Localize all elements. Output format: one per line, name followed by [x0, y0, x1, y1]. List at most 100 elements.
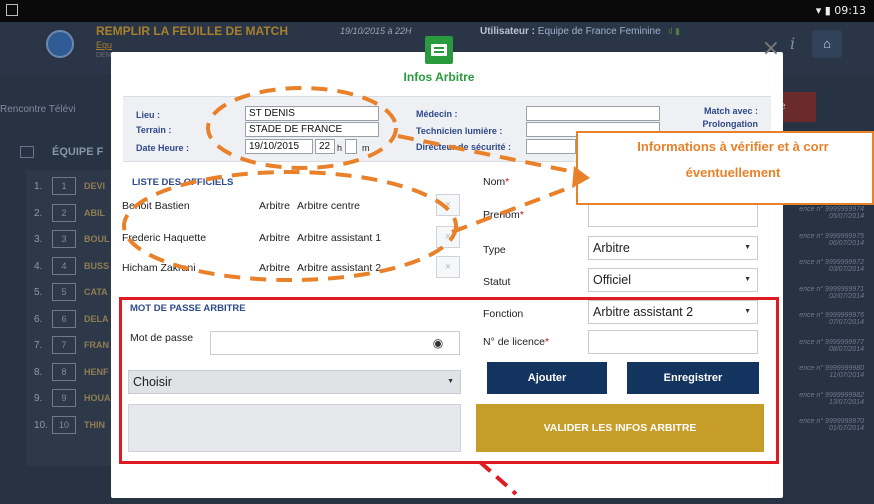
- player-number: 9: [52, 389, 76, 407]
- close-icon[interactable]: ×: [760, 38, 782, 60]
- hour-field[interactable]: 22: [315, 139, 335, 154]
- official-name: Frederic Haquette: [122, 232, 207, 244]
- team-icon: [20, 146, 34, 159]
- player-name: ABIL: [84, 207, 105, 218]
- player-list: 1. 1 DEVI 2. 2 ABIL 3. 3 BOUL 4. 4 BUSS 5. 5 CATA 6. 6 DE…: [26, 172, 122, 437]
- app-date: 19/10/2015 à 22H: [340, 26, 412, 36]
- directeur-field[interactable]: [526, 139, 576, 154]
- minute-field[interactable]: [345, 139, 357, 154]
- required-mark: *: [505, 176, 510, 188]
- lieu-field[interactable]: ST DENIS: [245, 106, 379, 121]
- type-select[interactable]: Arbitre ▼: [588, 236, 758, 260]
- player-row[interactable]: 2. 2 ABIL: [26, 199, 122, 226]
- player-index: 10.: [34, 419, 48, 431]
- app-subtitle-link[interactable]: Equ: [96, 40, 112, 50]
- date-field[interactable]: 19/10/2015: [245, 139, 313, 154]
- annotation-line-1: Informations à vérifier et à corr: [637, 139, 829, 154]
- app-subtitle: DEM: [96, 52, 112, 59]
- player-index: 9.: [34, 393, 43, 404]
- official-position: Arbitre assistant 2: [297, 262, 382, 274]
- player-name: CATA: [84, 287, 108, 297]
- home-button[interactable]: ⌂: [812, 30, 842, 58]
- user-value: Equipe de France Feminine: [537, 26, 661, 37]
- delete-official-button[interactable]: ×: [436, 226, 460, 248]
- required-mark: *: [519, 209, 524, 221]
- equipe-header: ÉQUIPE F: [20, 146, 120, 168]
- player-name: THIN: [84, 419, 105, 430]
- officials-title: LISTE DES OFFICIELS: [132, 177, 234, 188]
- player-row[interactable]: 7. 7 FRAN: [26, 331, 122, 358]
- player-name: HENF: [84, 366, 109, 377]
- nom-label-text: Nom: [483, 176, 506, 188]
- dropdown-caret-icon: ▼: [744, 276, 751, 283]
- player-name: HOUA: [84, 393, 111, 403]
- player-number: 1: [52, 177, 76, 195]
- medecin-field[interactable]: [526, 106, 660, 121]
- annotation-line-2: éventuellement: [685, 165, 781, 180]
- equipe-label: ÉQUIPE F: [52, 146, 104, 158]
- statut-value: Officiel: [593, 273, 631, 287]
- player-index: 2.: [34, 207, 43, 219]
- player-row[interactable]: 9. 9 HOUA: [26, 384, 122, 411]
- player-number: 3: [52, 230, 76, 248]
- status-time: 09:13: [834, 4, 866, 17]
- delete-official-button[interactable]: ×: [436, 194, 460, 216]
- player-number: 7: [52, 336, 76, 354]
- player-index: 7.: [34, 340, 43, 351]
- directeur-label: Directeur de sécurité :: [416, 142, 512, 152]
- player-index: 5.: [34, 287, 43, 298]
- player-number: 4: [52, 256, 76, 275]
- signal-icon: ıl ▮: [668, 26, 680, 36]
- player-row[interactable]: 4. 4 BUSS: [26, 252, 122, 279]
- status-bar: ▾ ▮ 09:13: [0, 0, 874, 22]
- player-row[interactable]: 10. 10 THIN: [26, 411, 122, 438]
- player-number: 2: [52, 203, 76, 222]
- battery-icon: ▮: [824, 4, 831, 17]
- prenom-field[interactable]: [588, 203, 758, 227]
- annotation-text: Informations à vérifier et à corr éventu…: [592, 134, 874, 186]
- official-name: Benoit Bastien: [122, 200, 190, 212]
- player-row[interactable]: 3. 3 BOUL: [26, 225, 122, 252]
- delete-official-button[interactable]: ×: [436, 256, 460, 278]
- licence-note: ence n° 9999999974 05/07/2014: [799, 206, 864, 220]
- modal-title: Infos Arbitre: [403, 70, 475, 84]
- info-icon[interactable]: i: [790, 34, 795, 53]
- screen-icon: [6, 4, 18, 16]
- player-row[interactable]: 8. 8 HENF: [26, 358, 122, 385]
- player-name: DEVI: [84, 181, 106, 191]
- official-row[interactable]: Benoit Bastien Arbitre Arbitre centre: [122, 194, 466, 218]
- licence-note: ence n° 9999999970 01/07/2014: [799, 418, 864, 432]
- red-highlight-frame: [119, 297, 779, 464]
- licence-note: ence n° 9999999982 13/07/2014: [799, 391, 864, 406]
- match-avec-label: Match avec :: [703, 106, 758, 116]
- prolongation-label[interactable]: Prolongation: [680, 119, 759, 129]
- official-position: Arbitre assistant 1: [297, 232, 382, 244]
- official-row[interactable]: Frederic Haquette Arbitre Arbitre assistan…: [122, 226, 466, 250]
- official-row[interactable]: Hicham Zakrani Arbitre Arbitre assistant 2: [122, 256, 466, 280]
- licence-note: ence n° 9999999980 11/07/2014: [799, 365, 864, 379]
- app-user: Utilisateur : Equipe de France Feminine: [480, 26, 661, 37]
- terrain-label: Terrain :: [136, 125, 172, 135]
- licence-note: ence n° 9999999977 08/07/2014: [799, 338, 864, 353]
- app-title: REMPLIR LA FEUILLE DE MATCH: [96, 24, 288, 38]
- licence-notes: ence n° 9999999974 05/07/2014 ence n° 999…: [770, 206, 870, 445]
- terrain-field[interactable]: STADE DE FRANCE: [245, 122, 379, 137]
- prenom-label: Prenom*: [483, 209, 524, 221]
- statut-select[interactable]: Officiel ▼: [588, 268, 758, 292]
- player-row[interactable]: 5. 5 CATA: [26, 278, 122, 305]
- home-icon: ⌂: [823, 36, 831, 51]
- licence-note: ence n° 9999999971 02/07/2014: [799, 285, 864, 300]
- player-index: 4.: [34, 260, 43, 272]
- player-row[interactable]: 1. 1 DEVI: [26, 172, 122, 199]
- player-number: 5: [52, 283, 76, 301]
- prenom-label-text: Prenom: [483, 209, 520, 221]
- dropdown-caret-icon: ▼: [744, 244, 751, 251]
- player-index: 1.: [34, 181, 43, 192]
- app-logo: [46, 30, 74, 58]
- licence-note: ence n° 9999999975 06/07/2014: [799, 232, 864, 247]
- medecin-label: Médecin :: [416, 109, 458, 119]
- player-row[interactable]: 6. 6 DELA: [26, 305, 122, 332]
- player-index: 8.: [34, 366, 43, 378]
- status-time-area: ▾ ▮ 09:13: [816, 4, 866, 17]
- type-value: Arbitre: [593, 241, 630, 255]
